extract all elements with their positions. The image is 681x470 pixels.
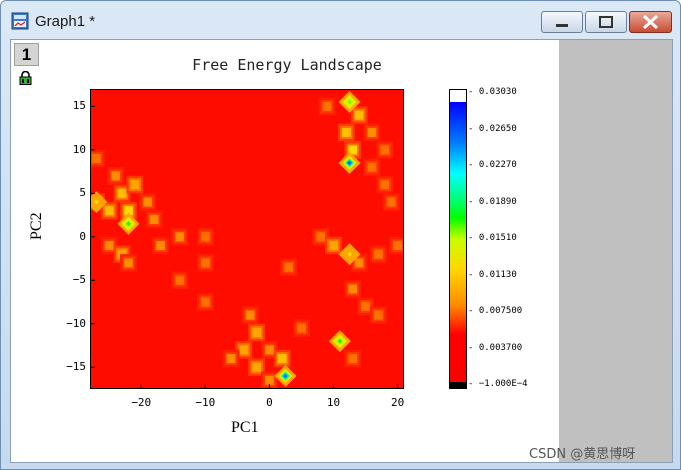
heatmap-cell (143, 197, 153, 207)
heatmap-cell (200, 297, 210, 307)
colorbar[interactable] (449, 89, 467, 389)
heatmap-cell (130, 180, 140, 190)
window-title: Graph1 * (35, 13, 96, 30)
y-tick-label: −5 (72, 273, 86, 287)
heatmap-cell (92, 154, 101, 164)
gray-margin-pane (559, 40, 672, 462)
heatmap-cell (156, 240, 165, 251)
x-axis-label: PC1 (231, 419, 259, 436)
colorbar-tick-label: - 0.01890 (468, 196, 517, 207)
heatmap-cell (252, 362, 261, 372)
heatmap-cell (380, 145, 390, 155)
colorbar-tick-label: - 0.007500 (468, 306, 523, 316)
heatmap-cell (316, 232, 326, 242)
x-tick-label: −10 (195, 396, 216, 409)
colorbar-tick-label: - 0.02270 (468, 160, 517, 170)
x-tick-label: −20 (131, 396, 152, 409)
colorbar-tick-label: - 0.003700 (468, 342, 523, 353)
x-tick-label: 0 (266, 396, 273, 409)
y-tick-label: 15 (72, 99, 86, 113)
heatmap-cell (348, 354, 358, 364)
heatmap-cell (380, 180, 390, 190)
title-bar[interactable]: Graph1 * (1, 1, 680, 39)
watermark: CSDN @黄思博呀 (529, 447, 636, 462)
colorbar-tick-label: - 0.01130 (468, 269, 517, 280)
heatmap-cell (245, 310, 255, 320)
heatmap-cell (354, 110, 364, 120)
heatmap-cell (297, 323, 306, 333)
colorbar-tick-label: - 0.02650 (468, 123, 517, 134)
y-tick-label: −10 (66, 316, 86, 330)
heatmap-cell (124, 258, 133, 268)
heatmap-plot[interactable] (90, 89, 404, 389)
heatmap-cell (104, 206, 114, 216)
plot-title: Free Energy Landscape (192, 56, 382, 74)
heatmap-cell (329, 240, 338, 251)
y-tick-label: −15 (66, 360, 86, 374)
heatmap-cell (111, 171, 121, 181)
heatmap-cell (277, 354, 287, 364)
heatmap-cell (265, 345, 274, 355)
heatmap-cell (373, 249, 383, 259)
heatmap-cell (104, 240, 114, 251)
graph-app-icon (11, 12, 29, 30)
y-tick-label: 10 (72, 142, 86, 156)
heatmap-cell (239, 345, 249, 355)
y-tick-label: 5 (79, 186, 86, 200)
y-tick-label: 0 (79, 229, 86, 243)
graph-window: Graph1 * 1 Free Energy Landscape −20 −10 0… (0, 0, 681, 470)
minimize-button[interactable] (541, 11, 583, 33)
heatmap-cell (200, 232, 210, 242)
heatmap-cell (373, 310, 383, 320)
colorbar-tick-label: - −1.000E−4 (468, 379, 528, 389)
heatmap-cell (354, 258, 364, 268)
heatmap-cell (149, 214, 159, 224)
heatmap-cell (252, 327, 261, 338)
heatmap-cell (175, 232, 185, 242)
heatmap-cell (175, 275, 185, 285)
heatmap-cell (361, 301, 370, 311)
x-tick-label: 10 (326, 396, 341, 409)
maximize-icon (599, 16, 613, 28)
maximize-button[interactable] (585, 11, 627, 33)
heatmap-cell (200, 258, 210, 268)
heatmap-cell (367, 162, 377, 172)
close-icon (642, 14, 659, 30)
lock-icon[interactable] (19, 71, 32, 85)
heatmap-cell (386, 197, 396, 207)
x-tick-label: 20 (390, 396, 405, 409)
close-button[interactable] (629, 11, 672, 33)
heatmap-cell (284, 262, 294, 272)
heatmap-cell (348, 284, 358, 294)
heatmap-cell (367, 127, 377, 138)
colorbar-tick-label: - 0.01510 (468, 233, 517, 243)
heatmap-cell (265, 375, 274, 385)
heatmap-cell (117, 188, 127, 198)
minimize-icon (556, 24, 568, 27)
y-axis-label: PC2 (28, 212, 45, 240)
colorbar-tick-label: - 0.03030 (468, 87, 517, 97)
graph-canvas[interactable]: 1 Free Energy Landscape −20 −10 0 10 20 15 10… (10, 39, 673, 463)
heatmap-cell (393, 240, 402, 251)
heatmap-cell (322, 101, 332, 111)
layer-tab[interactable]: 1 (14, 43, 39, 66)
heatmap-cell (341, 127, 351, 138)
heatmap-cell (226, 354, 236, 364)
